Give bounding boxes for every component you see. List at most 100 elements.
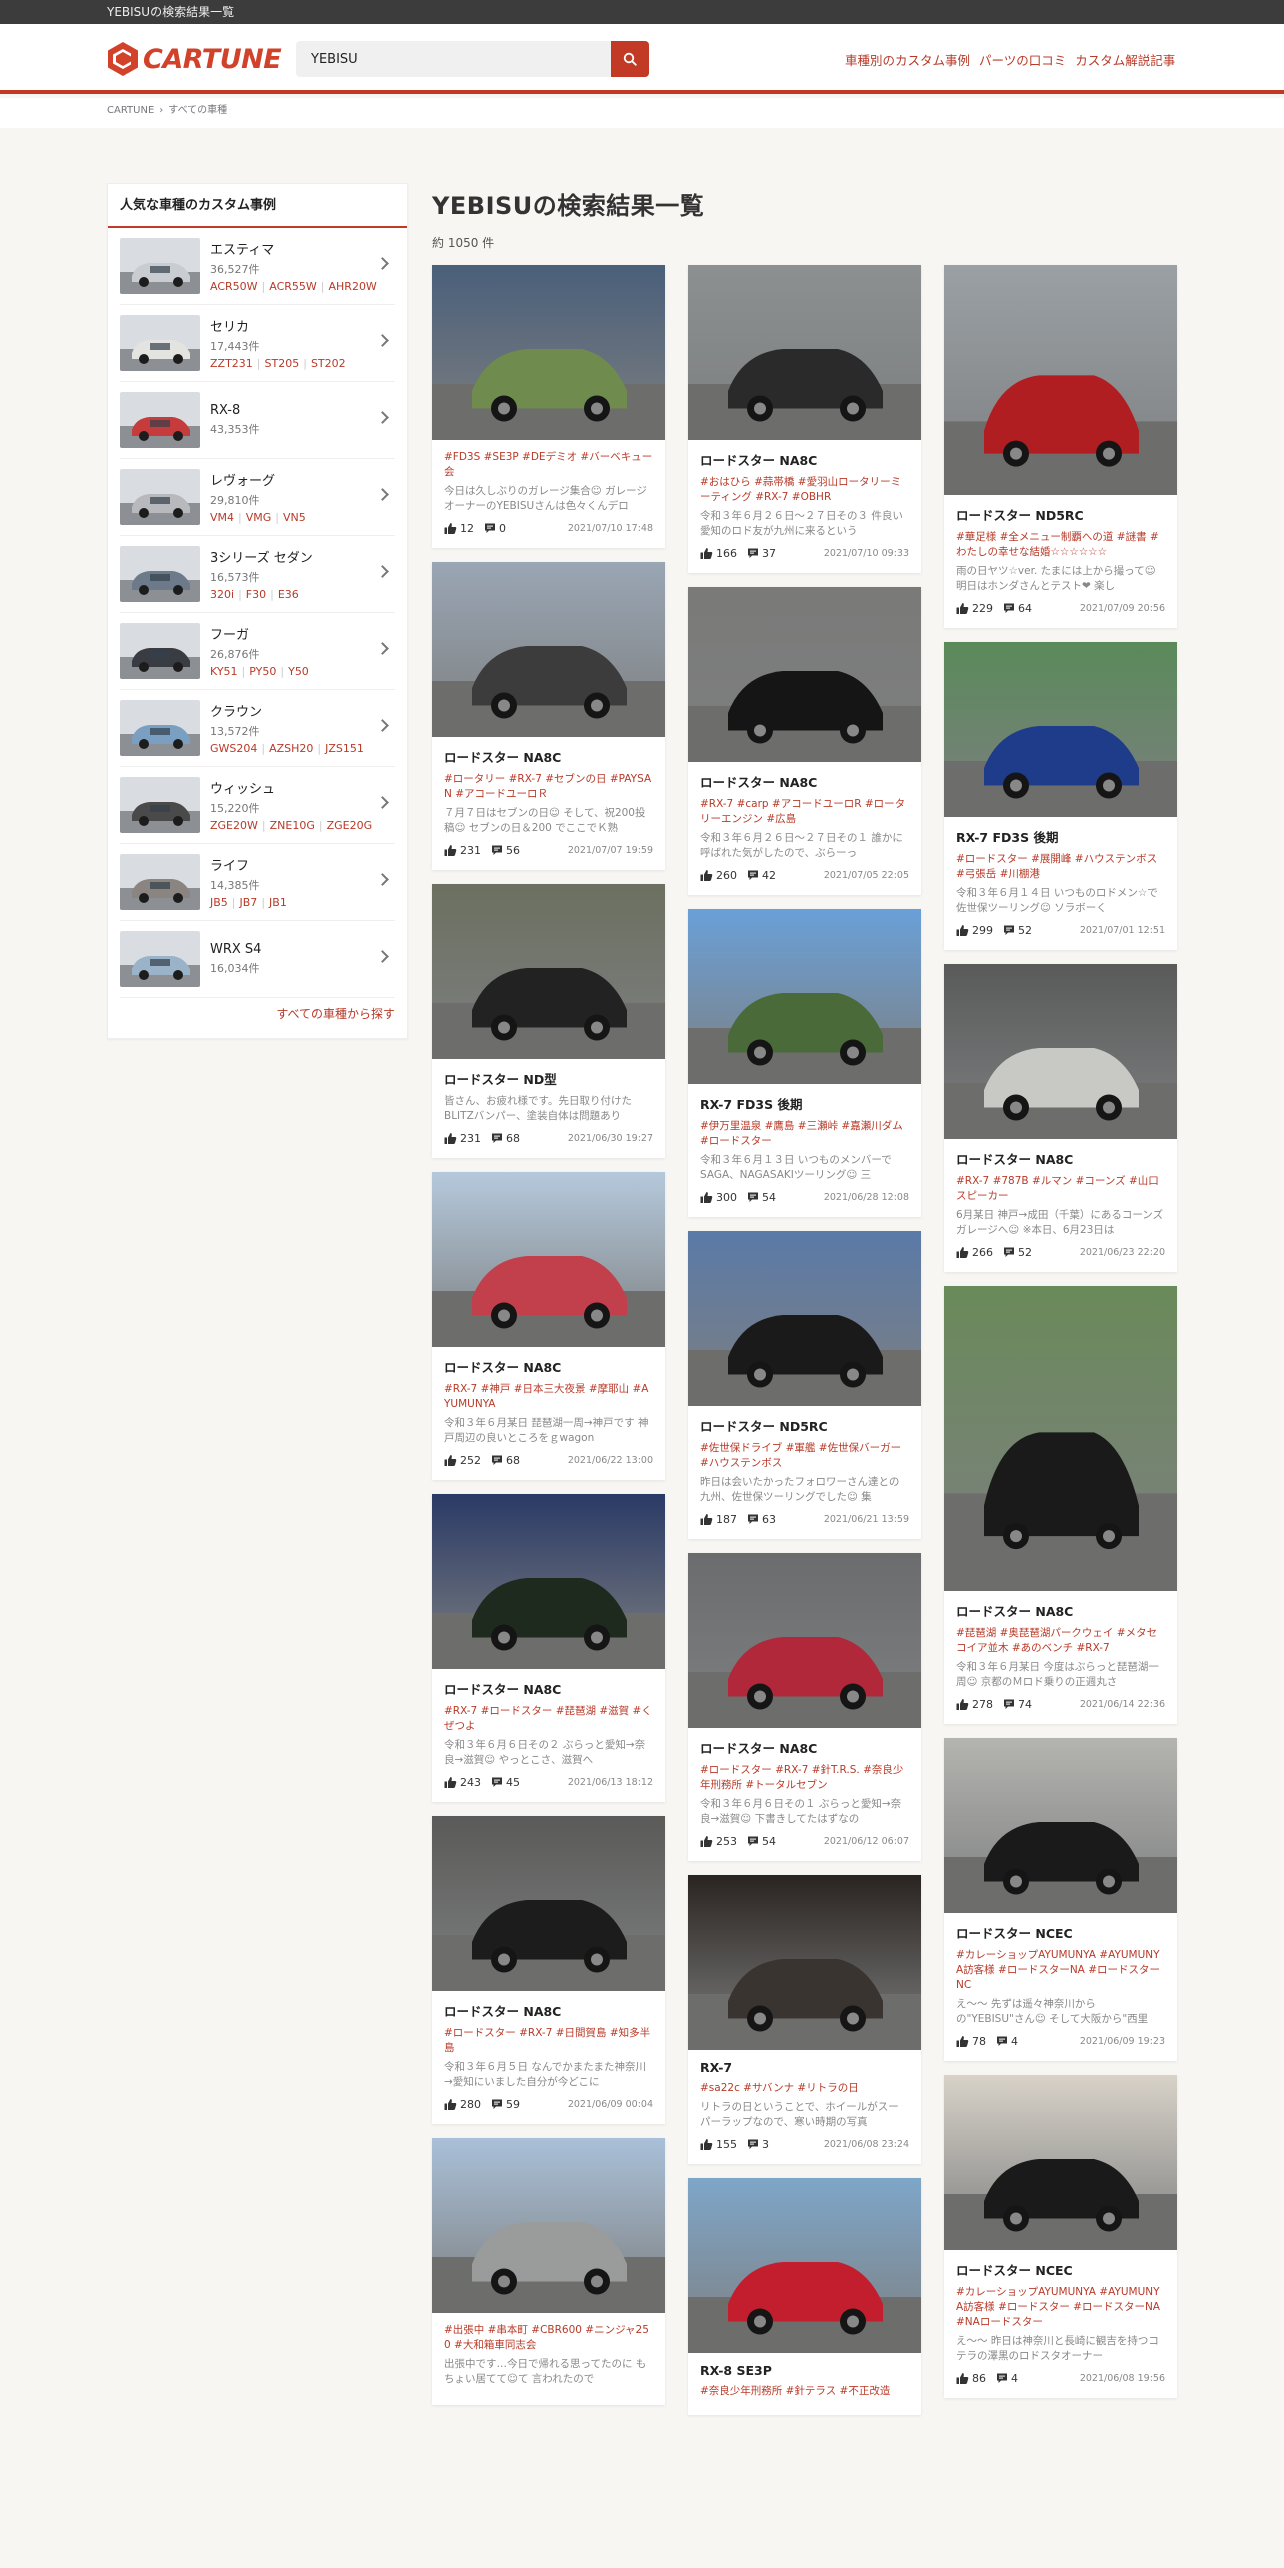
post-car-model[interactable]: ロードスター NA8C [444,1357,653,1376]
model-code-link[interactable]: JZS151 [325,742,364,755]
post-card[interactable]: #出張中 #串本町 #CBR600 #ニンジャ250 #大和箱車同志会 出張中です… [432,2138,665,2405]
post-card[interactable]: ロードスター NA8C #ロードスター #RX-7 #日間賀島 #知多半島 令和３年… [432,1816,665,2124]
post-car-model[interactable]: ロードスター NA8C [700,450,909,469]
model-code-link[interactable]: JB5 [210,896,228,909]
post-tags[interactable]: #おはひら #蒜帯橋 #愛羽山ロータリーミーティング #RX-7 #OBHR [700,475,909,505]
like-icon[interactable] [956,2035,969,2048]
model-code-link[interactable]: KY51 [210,665,238,678]
post-car-model[interactable]: ロードスター NA8C [444,747,653,766]
model-code-link[interactable]: VN5 [283,511,306,524]
post-car-model[interactable]: ロードスター ND5RC [956,505,1165,524]
post-photo[interactable] [688,265,921,440]
sidebar-car-item[interactable]: レヴォーグ 29,810件 VM4 | VMG | VN5 [120,459,395,536]
nav-custom-articles[interactable]: カスタム解説記事 [1075,50,1175,69]
comment-icon[interactable] [491,1776,503,1788]
post-tags[interactable]: #佐世保ドライブ #軍艦 #佐世保バーガー #ハウステンボス [700,1441,909,1471]
nav-parts-reviews[interactable]: パーツの口コミ [979,50,1066,69]
post-card[interactable]: ロードスター ND型 皆さん、お疲れ様です。先日取り付けたBLITZバンパー、塗装… [432,884,665,1158]
comment-icon[interactable] [491,1454,503,1466]
sidebar-car-item[interactable]: セリカ 17,443件 ZZT231 | ST205 | ST202 [120,305,395,382]
post-card[interactable]: ロードスター ND5RC #華足様 #全メニュー制覇への道 #謎書 #わたしの幸せ… [944,265,1177,628]
model-code-link[interactable]: GWS204 [210,742,257,755]
post-photo[interactable] [432,884,665,1059]
model-code-link[interactable]: ACR50W [210,280,258,293]
post-card[interactable]: RX-7 FD3S 後期 #伊万里温泉 #鷹島 #三瀬峠 #嘉瀬川ダム #ロードス… [688,909,921,1217]
post-tags[interactable]: #RX-7 #ロードスター #琵琶湖 #滋賀 #くぜつよ [444,1704,653,1734]
comment-icon[interactable] [1003,924,1015,936]
post-card[interactable]: RX-7 FD3S 後期 #ロードスター #展開峰 #ハウステンボス #弓張岳 #… [944,642,1177,950]
model-code-link[interactable]: VMG [246,511,272,524]
post-car-model[interactable]: ロードスター NCEC [956,2260,1165,2279]
sidebar-car-item[interactable]: WRX S4 16,034件 [120,921,395,998]
post-tags[interactable]: #sa22c #サバンナ #リトラの日 [700,2081,909,2096]
post-car-model[interactable]: ロードスター NCEC [956,1923,1165,1942]
comment-icon[interactable] [996,2035,1008,2047]
post-card[interactable]: RX-8 SE3P #奈良少年刑務所 #針テラス #不正改造 [688,2178,921,2415]
post-card[interactable]: ロードスター NA8C #RX-7 #神戸 #日本三大夜景 #摩耶山 #AYUMU… [432,1172,665,1480]
post-car-model[interactable]: ロードスター ND5RC [700,1416,909,1435]
post-car-model[interactable]: ロードスター NA8C [444,2001,653,2020]
post-card[interactable]: ロードスター NCEC #カレーショップAYUMUNYA #AYUMUNYA訪客様… [944,2075,1177,2398]
model-code-link[interactable]: PY50 [249,665,276,678]
like-icon[interactable] [444,1132,457,1145]
all-cars-link[interactable]: すべての車種から探す [276,1005,395,1022]
post-car-model[interactable]: RX-7 FD3S 後期 [700,1094,909,1113]
brand-logo[interactable]: CARTUNE [107,41,282,77]
model-code-link[interactable]: ZZT231 [210,357,253,370]
comment-icon[interactable] [747,547,759,559]
breadcrumb-home[interactable]: CARTUNE [107,105,154,116]
post-car-model[interactable]: RX-7 FD3S 後期 [956,827,1165,846]
post-tags[interactable]: #RX-7 #787B #ルマン #コーンズ #山口スピーカー [956,1174,1165,1204]
model-code-link[interactable]: ZNE10G [270,819,315,832]
post-photo[interactable] [432,265,665,440]
model-code-link[interactable]: VM4 [210,511,234,524]
post-tags[interactable]: #出張中 #串本町 #CBR600 #ニンジャ250 #大和箱車同志会 [444,2323,653,2353]
like-icon[interactable] [444,1776,457,1789]
post-card[interactable]: ロードスター NA8C #琵琶湖 #奥琵琶湖パークウェイ #メタセコイア並木 #あ… [944,1286,1177,1724]
comment-icon[interactable] [747,869,759,881]
post-card[interactable]: ロードスター ND5RC #佐世保ドライブ #軍艦 #佐世保バーガー #ハウステン… [688,1231,921,1539]
post-tags[interactable]: #ロードスター #RX-7 #針T.R.S. #奈良少年刑務所 #トータルセブン [700,1763,909,1793]
post-card[interactable]: ロードスター NA8C #ロータリー #RX-7 #セブンの日 #PAYSAN #… [432,562,665,870]
comment-icon[interactable] [747,1191,759,1203]
post-photo[interactable] [688,587,921,762]
model-code-link[interactable]: AHR20W [329,280,377,293]
nav-car-custom[interactable]: 車種別のカスタム事例 [845,50,970,69]
sidebar-car-item[interactable]: ウィッシュ 15,220件 ZGE20W | ZNE10G | ZGE20G [120,767,395,844]
post-car-model[interactable]: RX-7 [700,2060,909,2075]
post-tags[interactable]: #RX-7 #carp #アコードユーロR #ロータリーエンジン #広島 [700,797,909,827]
post-photo[interactable] [944,2075,1177,2250]
post-card[interactable]: RX-7 #sa22c #サバンナ #リトラの日 リトラの日ということで、ホイールが… [688,1875,921,2164]
comment-icon[interactable] [491,844,503,856]
comment-icon[interactable] [747,2138,759,2150]
post-photo[interactable] [432,1172,665,1347]
post-tags[interactable]: #カレーショップAYUMUNYA #AYUMUNYA訪客様 #ロードスター #ロ… [956,2285,1165,2330]
model-code-link[interactable]: 320i [210,588,234,601]
post-car-model[interactable]: ロードスター NA8C [700,1738,909,1757]
like-icon[interactable] [444,844,457,857]
post-tags[interactable]: #伊万里温泉 #鷹島 #三瀬峠 #嘉瀬川ダム #ロードスター [700,1119,909,1149]
post-tags[interactable]: #華足様 #全メニュー制覇への道 #謎書 #わたしの幸せな結婚☆☆☆☆☆☆ [956,530,1165,560]
like-icon[interactable] [700,1191,713,1204]
model-code-link[interactable]: ST202 [311,357,346,370]
comment-icon[interactable] [484,522,496,534]
sidebar-car-item[interactable]: エスティマ 36,527件 ACR50W | ACR55W | AHR20W [120,228,395,305]
post-photo[interactable] [944,1286,1177,1591]
comment-icon[interactable] [491,2098,503,2110]
post-tags[interactable]: #琵琶湖 #奥琵琶湖パークウェイ #メタセコイア並木 #あのベンチ #RX-7 [956,1626,1165,1656]
breadcrumb-current[interactable]: すべての車種 [168,105,227,116]
like-icon[interactable] [444,2098,457,2111]
like-icon[interactable] [956,924,969,937]
model-code-link[interactable]: Y50 [288,665,309,678]
post-photo[interactable] [688,909,921,1084]
sidebar-car-item[interactable]: クラウン 13,572件 GWS204 | AZSH20 | JZS151 [120,690,395,767]
post-photo[interactable] [688,1231,921,1406]
sidebar-car-item[interactable]: ライフ 14,385件 JB5 | JB7 | JB1 [120,844,395,921]
post-car-model[interactable]: ロードスター NA8C [956,1149,1165,1168]
sidebar-car-item[interactable]: RX-8 43,353件 [120,382,395,459]
model-code-link[interactable]: JB7 [240,896,258,909]
comment-icon[interactable] [1003,1698,1015,1710]
model-code-link[interactable]: F30 [246,588,266,601]
comment-icon[interactable] [1003,1246,1015,1258]
model-code-link[interactable]: ZGE20W [210,819,258,832]
